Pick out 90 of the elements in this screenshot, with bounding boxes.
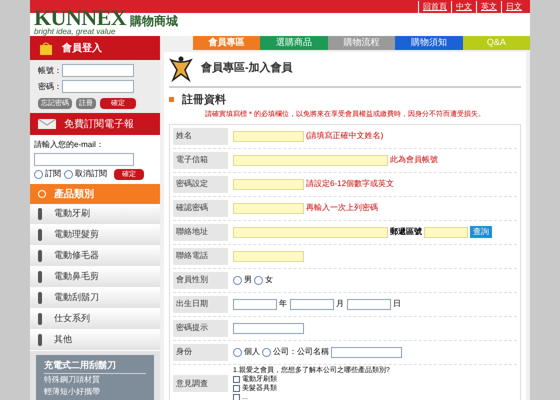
radio-button[interactable] — [64, 170, 73, 178]
nav-tab[interactable]: 購物流程 — [328, 36, 396, 50]
radio-label: 取消訂閱 — [75, 168, 107, 180]
form-label: 身份 — [173, 344, 228, 360]
checkbox[interactable] — [233, 394, 240, 400]
field-label: 密碼： — [38, 80, 62, 92]
checkbox[interactable] — [233, 376, 240, 382]
bullet-icon — [169, 97, 174, 102]
form-label: 密碼提示 — [173, 320, 228, 336]
slogan: bright idea, great value — [34, 28, 116, 36]
promo-title: 充電式二用刮鬍刀 — [44, 359, 146, 374]
input-field[interactable] — [424, 226, 468, 238]
shopping-bag-icon — [38, 41, 54, 55]
shaver-icon — [38, 229, 42, 241]
form-label: 姓名 — [173, 128, 228, 144]
category-item[interactable]: 仕女系列 — [30, 309, 160, 330]
input-field[interactable] — [233, 178, 304, 190]
date-unit: 月 — [336, 298, 344, 310]
form-label: 意見調查 — [173, 375, 228, 392]
category-item[interactable]: 其他 — [30, 330, 160, 351]
input-field[interactable] — [62, 80, 134, 93]
section-title: 註冊資料 — [182, 92, 226, 108]
input-field[interactable] — [233, 154, 388, 166]
top-link[interactable]: 日文 — [501, 0, 522, 12]
top-link[interactable]: 回首頁 — [418, 0, 447, 12]
top-link[interactable]: 中文 — [451, 0, 472, 12]
input-field[interactable] — [233, 202, 304, 214]
input-field[interactable] — [233, 250, 304, 262]
brand-logo: KUNNEX — [34, 8, 126, 28]
hint-text: 請設定6-12個數字或英文 — [306, 178, 394, 190]
page-title: 會員專區-加入會員 — [201, 60, 293, 76]
envelope-icon — [38, 119, 56, 129]
radio-label: 訂閱 — [45, 168, 61, 180]
input-field[interactable] — [233, 130, 304, 142]
category-item[interactable]: 電動刮鬍刀 — [30, 288, 160, 309]
zip-label: 郵遞區號 — [390, 226, 422, 238]
promo-line: 特殊鋼刀頭材質 — [44, 374, 101, 386]
input-field[interactable] — [290, 298, 334, 310]
email-field[interactable] — [34, 153, 134, 166]
form-label: 聯絡地址 — [173, 224, 228, 240]
search-button[interactable]: 查詢 — [470, 226, 492, 238]
form-label: 確認密碼 — [173, 200, 228, 216]
input-field[interactable] — [347, 298, 391, 310]
form-label: 密碼設定 — [173, 176, 228, 192]
shaver-icon — [38, 271, 42, 283]
checkbox[interactable] — [233, 384, 240, 392]
radio-button[interactable] — [233, 276, 242, 284]
category-title: 產品類別 — [54, 188, 94, 202]
form-label: 會員性別 — [173, 272, 228, 288]
radio-button[interactable] — [233, 348, 242, 356]
email-prompt: 請輸入您的e-mail： — [34, 139, 105, 151]
radio-label: 個人 — [244, 346, 260, 358]
nav-tab[interactable]: 選購商品 — [260, 36, 328, 50]
form-label: 聯絡電話 — [173, 248, 228, 264]
nav-tab[interactable]: 會員專區 — [193, 36, 260, 50]
top-link[interactable]: 英文 — [476, 0, 497, 12]
field-label: 帳號： — [38, 64, 62, 76]
input-field[interactable] — [233, 322, 304, 334]
form-label: 出生日期 — [173, 296, 228, 312]
store-name: 購物商城 — [130, 13, 178, 30]
shaver-icon — [38, 292, 42, 304]
shaver-icon — [38, 208, 42, 220]
radio-label: 男 — [244, 274, 252, 286]
input-field[interactable] — [233, 226, 388, 238]
hint-text: 再輸入一次上列密碼 — [306, 202, 378, 214]
category-item[interactable]: 電動鼻毛剪 — [30, 267, 160, 288]
input-field[interactable] — [331, 346, 402, 358]
shaver-icon — [38, 313, 42, 325]
shaver-icon — [38, 250, 42, 262]
radio-label: 女 — [265, 274, 273, 286]
radio-button[interactable] — [254, 276, 263, 284]
promo-line: 輕薄短小好攜帶 — [44, 386, 101, 398]
date-unit: 年 — [279, 298, 287, 310]
radio-button[interactable] — [34, 170, 43, 178]
category-item[interactable]: 電動牙刷 — [30, 204, 160, 225]
login-title: 會員登入 — [62, 42, 102, 56]
form-label: 電子信箱 — [173, 152, 228, 168]
date-unit: 日 — [393, 298, 401, 310]
radio-button[interactable] — [262, 348, 271, 356]
nav-tab[interactable]: 購物須知 — [395, 36, 463, 50]
category-item[interactable]: 電動理髮剪 — [30, 225, 160, 246]
member-figure-icon — [169, 56, 193, 82]
radio-label: 公司：公司名稱 — [273, 346, 329, 358]
input-field[interactable] — [233, 298, 277, 310]
shaver-icon — [38, 334, 42, 346]
newsletter-title: 免費訂閱電子報 — [64, 118, 134, 132]
hint-text: 此為會員帳號 — [390, 154, 438, 166]
category-item[interactable]: 電動修毛器 — [30, 246, 160, 267]
input-field[interactable] — [62, 64, 134, 77]
hint-text: (請填寫正確中文姓名) — [306, 130, 384, 142]
